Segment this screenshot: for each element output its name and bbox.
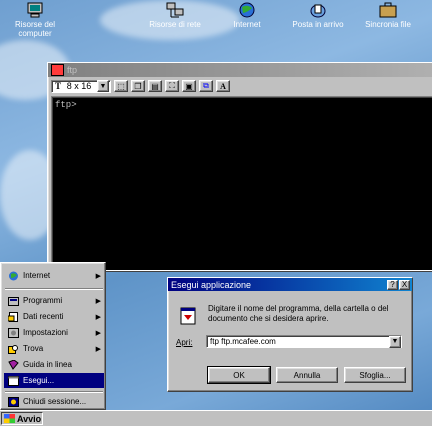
help-button[interactable]: ?	[387, 279, 398, 290]
menu-item-label: Esegui...	[23, 376, 55, 385]
documents-icon	[7, 311, 19, 322]
programs-icon	[8, 296, 19, 306]
desktop-icon-network[interactable]: Risorse di rete	[140, 2, 210, 29]
truetype-icon: T	[55, 81, 62, 91]
cancel-button[interactable]: Annulla	[276, 367, 338, 383]
menu-item-label: Guida in linea	[23, 360, 72, 369]
start-button[interactable]: Avvio	[1, 412, 43, 425]
internet-icon	[8, 271, 19, 281]
submenu-arrow-icon: ▶	[95, 313, 101, 321]
windows-logo-icon	[4, 414, 15, 423]
menu-item-internet[interactable]: Internet ▶	[4, 268, 104, 283]
run-dialog-title-bar[interactable]: Esegui applicazione ? X	[168, 278, 412, 291]
ok-button[interactable]: OK	[207, 366, 271, 384]
ftp-window[interactable]: ftp T 8 x 16 ▼ ⬚ ❐ ▤ ⛶ ▣ ⧉ A ftp>	[47, 62, 432, 272]
window-title: ftp	[67, 65, 78, 75]
start-label: Avvio	[17, 413, 42, 424]
copy-icon[interactable]: ❐	[131, 80, 145, 92]
menu-item-label: Dati recenti	[23, 312, 64, 321]
my-computer-icon	[26, 2, 44, 18]
shutdown-icon	[8, 396, 19, 407]
menu-item-help[interactable]: Guida in linea	[4, 357, 104, 372]
help-icon	[8, 358, 19, 370]
run-program-icon	[178, 306, 198, 328]
chevron-down-icon[interactable]: ▼	[389, 335, 401, 348]
menu-item-label: Internet	[23, 271, 51, 280]
chevron-down-icon[interactable]: ▼	[96, 80, 109, 92]
menu-item-label: Chiudi sessione...	[23, 397, 87, 406]
start-menu[interactable]: Internet ▶ Programmi ▶ Dati recenti ▶ Im…	[0, 262, 106, 410]
paste-icon[interactable]: ▤	[148, 80, 162, 92]
ftp-title-bar[interactable]: ftp	[48, 63, 432, 77]
menu-item-label: Trova	[23, 344, 44, 353]
font-button[interactable]: A	[216, 80, 230, 92]
network-icon	[166, 2, 184, 18]
settings-icon	[8, 327, 19, 338]
msdos-icon	[51, 64, 64, 76]
desktop-icon-label: Posta in arrivo	[292, 20, 344, 29]
open-input-value[interactable]: ftp ftp.mcafee.com	[210, 337, 276, 346]
submenu-arrow-icon: ▶	[95, 329, 101, 337]
mark-icon[interactable]: ⬚	[114, 80, 128, 92]
close-button[interactable]: X	[399, 279, 410, 290]
desktop-icon-my-computer[interactable]: Risorse del computer	[0, 2, 70, 38]
menu-item-label: Impostazioni	[23, 328, 68, 337]
menu-separator	[5, 288, 103, 290]
ftp-toolbar: T 8 x 16 ▼ ⬚ ❐ ▤ ⛶ ▣ ⧉ A	[48, 77, 432, 95]
fullscreen-icon[interactable]: ⛶	[165, 80, 179, 92]
font-size-value: 8 x 16	[66, 81, 92, 91]
submenu-arrow-icon: ▶	[95, 345, 101, 353]
browse-button[interactable]: Sfoglia...	[344, 367, 406, 383]
submenu-arrow-icon: ▶	[95, 272, 101, 280]
font-size-select[interactable]: T 8 x 16 ▼	[51, 79, 111, 93]
console-prompt: ftp>	[55, 100, 77, 110]
run-dialog[interactable]: Esegui applicazione ? X Digitare il nome…	[167, 277, 413, 392]
submenu-arrow-icon: ▶	[95, 297, 101, 305]
open-combobox[interactable]: ftp ftp.mcafee.com ▼	[206, 335, 402, 348]
briefcase-icon	[379, 2, 397, 18]
console-output[interactable]: ftp>	[51, 96, 432, 271]
desktop-icon-briefcase[interactable]: Sincronia file	[353, 2, 423, 29]
menu-item-settings[interactable]: Impostazioni ▶	[4, 325, 104, 340]
menu-item-find[interactable]: Trova ▶	[4, 341, 104, 356]
run-icon	[8, 375, 19, 386]
find-icon	[8, 344, 19, 354]
dialog-description: Digitare il nome del programma, della ca…	[208, 304, 389, 323]
desktop-icon-label: Risorse del computer	[14, 20, 55, 38]
desktop-icon-label: Risorse di rete	[149, 20, 201, 29]
taskbar: Avvio	[0, 410, 432, 426]
menu-item-shutdown[interactable]: Chiudi sessione...	[4, 394, 104, 409]
background-icon[interactable]: ⧉	[199, 80, 213, 92]
desktop-icon-inbox[interactable]: Posta in arrivo	[283, 2, 353, 29]
desktop-icon-label: Internet	[233, 20, 261, 29]
dialog-title: Esegui applicazione	[171, 279, 252, 290]
menu-item-label: Programmi	[23, 296, 63, 305]
menu-item-programs[interactable]: Programmi ▶	[4, 293, 104, 308]
menu-item-documents[interactable]: Dati recenti ▶	[4, 309, 104, 324]
internet-icon	[238, 2, 256, 18]
menu-separator	[5, 391, 103, 393]
desktop-icon-internet[interactable]: Internet	[212, 2, 282, 29]
inbox-icon	[309, 2, 327, 18]
properties-icon[interactable]: ▣	[182, 80, 196, 92]
open-label: Apri:	[176, 338, 193, 347]
desktop-icon-label: Sincronia file	[365, 20, 411, 29]
menu-item-run[interactable]: Esegui...	[4, 373, 104, 388]
